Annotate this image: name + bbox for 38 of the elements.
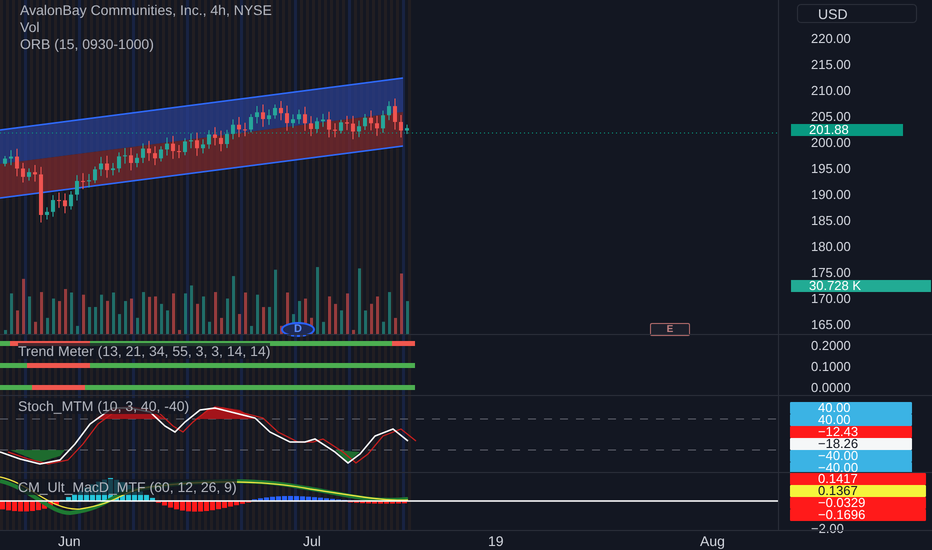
price-tick: 205.00 bbox=[810, 110, 851, 124]
indicator-label: Stoch_MTM (10, 3, 40, -40) bbox=[18, 398, 190, 414]
value-tick: 0.1000 bbox=[810, 360, 851, 374]
price-tick: 170.00 bbox=[810, 292, 851, 306]
value-label: 0.1417 bbox=[790, 473, 926, 485]
value-tick: 0.0000 bbox=[810, 380, 851, 394]
earnings-marker[interactable]: E bbox=[650, 323, 690, 336]
price-tick: 175.00 bbox=[810, 266, 851, 280]
value-label: −40.00 bbox=[790, 450, 912, 462]
price-tick: 165.00 bbox=[810, 318, 851, 332]
indicator-label: CM_Ult_MacD_MTF (60, 12, 26, 9) bbox=[18, 479, 237, 495]
price-tick: 210.00 bbox=[810, 84, 851, 98]
indicator-label: Vol bbox=[20, 19, 40, 35]
value-label: −18.26 bbox=[790, 438, 912, 450]
time-tick: Aug bbox=[700, 533, 725, 549]
price-tick: 195.00 bbox=[810, 162, 851, 176]
value-label: 0.1367 bbox=[790, 485, 926, 497]
price-label: 30.728 K bbox=[791, 280, 931, 292]
value-label: −12.43 bbox=[790, 426, 912, 438]
time-tick: 19 bbox=[488, 533, 504, 549]
value-label: 40.00 bbox=[790, 402, 912, 414]
time-tick: Jun bbox=[58, 533, 81, 549]
indicator-label: ORB (15, 0930-1000) bbox=[20, 36, 155, 52]
price-tick: 200.00 bbox=[810, 136, 851, 150]
price-tick: 185.00 bbox=[810, 214, 851, 228]
price-label: 201.88 bbox=[791, 124, 903, 136]
price-tick: 215.00 bbox=[810, 58, 851, 72]
value-label: −0.1696 bbox=[790, 509, 926, 521]
price-tick: 180.00 bbox=[810, 240, 851, 254]
chart-title: AvalonBay Communities, Inc., 4h, NYSE bbox=[20, 2, 272, 18]
value-label: 40.00 bbox=[790, 414, 912, 426]
time-tick: Jul bbox=[303, 533, 321, 549]
value-tick: 0.2000 bbox=[810, 338, 851, 352]
value-label: −0.0329 bbox=[790, 497, 926, 509]
price-tick: 220.00 bbox=[810, 32, 851, 46]
price-tick: 190.00 bbox=[810, 188, 851, 202]
indicator-label: Trend Meter (13, 21, 34, 55, 3, 3, 14, 14) bbox=[18, 343, 270, 359]
currency-button[interactable]: USD bbox=[797, 4, 917, 23]
